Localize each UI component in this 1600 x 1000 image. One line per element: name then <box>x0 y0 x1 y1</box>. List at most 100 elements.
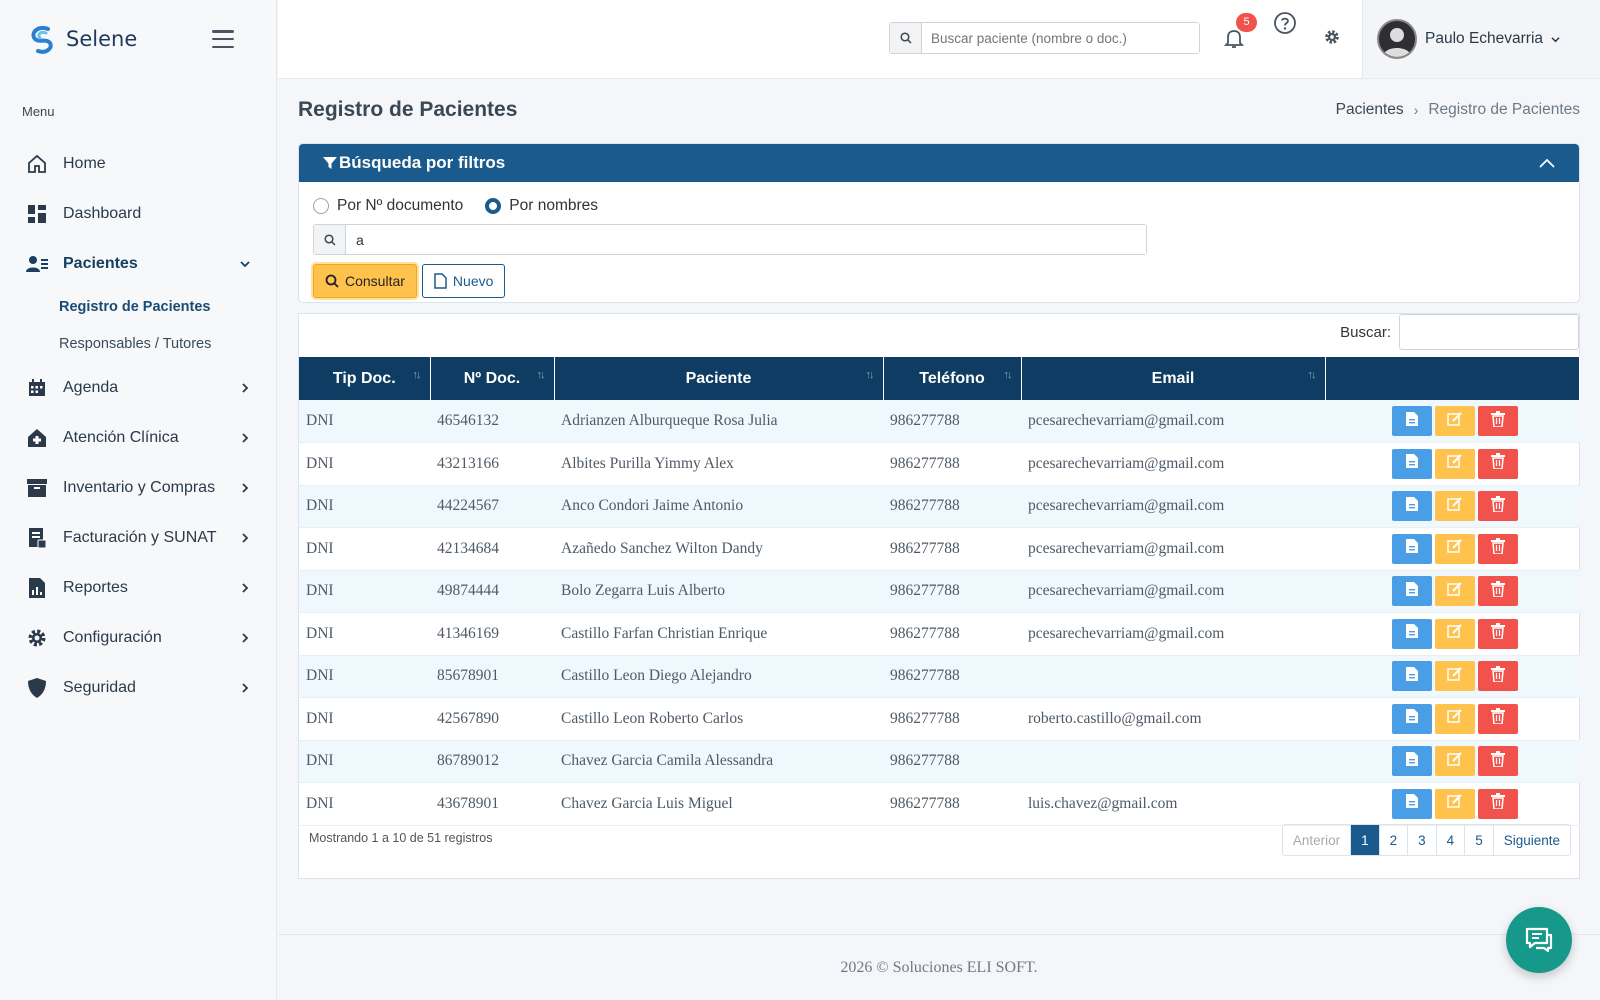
patients-table-card: Buscar: Tip Doc. ↑↓ Nº Doc. ↑↓ Paciente ↑↓ … <box>298 313 1580 879</box>
sidebar-item-dashboard[interactable]: Dashboard <box>0 189 276 239</box>
delete-button[interactable] <box>1478 576 1518 607</box>
sidebar-item-label: Pacientes <box>63 255 138 272</box>
pager-page-3[interactable]: 3 <box>1407 825 1436 855</box>
patient-search-input[interactable] <box>922 23 1199 53</box>
filter-search-input[interactable] <box>346 225 1146 254</box>
cell-num-doc: 43213166 <box>430 442 554 486</box>
edit-button[interactable] <box>1435 533 1475 564</box>
table-row: DNI 85678901 Castillo Leon Diego Alejandro… <box>299 655 1580 698</box>
cell-paciente: Bolo Zegarra Luis Alberto <box>554 570 883 613</box>
sidebar-item-seguridad[interactable]: Seguridad <box>0 663 276 713</box>
view-button[interactable] <box>1392 533 1432 564</box>
edit-button[interactable] <box>1435 746 1475 777</box>
breadcrumb-pacientes[interactable]: Pacientes <box>1336 101 1404 119</box>
delete-button[interactable] <box>1478 661 1518 692</box>
pager-page-1[interactable]: 1 <box>1350 825 1379 855</box>
edit-button[interactable] <box>1435 703 1475 734</box>
sidebar-subitem-responsables-tutores[interactable]: Responsables / Tutores <box>0 326 276 363</box>
edit-button[interactable] <box>1435 788 1475 819</box>
pager-page-5[interactable]: 5 <box>1464 825 1493 855</box>
hamburger-menu-icon[interactable] <box>212 30 234 48</box>
delete-button[interactable] <box>1478 491 1518 522</box>
delete-button[interactable] <box>1478 788 1518 819</box>
cell-email: pcesarechevarriam@gmail.com <box>1021 612 1325 656</box>
sidebar-item-label: Seguridad <box>63 679 136 696</box>
cell-tip-doc: DNI <box>299 612 430 656</box>
sidebar-item-reportes[interactable]: Reportes <box>0 563 276 613</box>
edit-button[interactable] <box>1435 406 1475 436</box>
cell-tip-doc: DNI <box>299 655 430 698</box>
page-title: Registro de Pacientes <box>298 98 518 121</box>
view-button[interactable] <box>1392 618 1432 649</box>
user-menu[interactable]: Paulo Echevarria <box>1362 0 1600 78</box>
sidebar-item-inventario[interactable]: Inventario y Compras <box>0 463 276 513</box>
edit-button[interactable] <box>1435 448 1475 479</box>
chevron-right-icon <box>242 383 249 393</box>
pagination: Anterior 1 2 3 4 5 Siguiente <box>1281 824 1571 856</box>
delete-button[interactable] <box>1478 746 1518 777</box>
patient-search <box>889 22 1200 54</box>
table-info: Mostrando 1 a 10 de 51 registros <box>309 831 493 845</box>
cell-tip-doc: DNI <box>299 527 430 571</box>
table-header-row: Tip Doc. ↑↓ Nº Doc. ↑↓ Paciente ↑↓ Teléfono… <box>299 357 1580 400</box>
column-actions <box>1325 357 1580 400</box>
cell-actions <box>1325 740 1580 783</box>
cell-num-doc: 46546132 <box>430 400 554 443</box>
chat-button[interactable] <box>1506 907 1572 973</box>
edit-button[interactable] <box>1435 491 1475 522</box>
sidebar-item-home[interactable]: Home <box>0 139 276 189</box>
sidebar-item-pacientes[interactable]: Pacientes <box>0 239 276 289</box>
delete-button[interactable] <box>1478 533 1518 564</box>
column-paciente[interactable]: Paciente ↑↓ <box>554 357 884 400</box>
column-tip-doc[interactable]: Tip Doc. ↑↓ <box>299 357 431 400</box>
table-search-input[interactable] <box>1399 314 1579 350</box>
delete-button[interactable] <box>1478 406 1518 436</box>
document-icon <box>1405 751 1419 772</box>
pager-previous[interactable]: Anterior <box>1283 825 1350 855</box>
pager-page-2[interactable]: 2 <box>1378 825 1408 855</box>
help-icon[interactable] <box>1273 11 1297 35</box>
edit-button[interactable] <box>1435 661 1475 692</box>
sidebar-item-atencion-clinica[interactable]: Atención Clínica <box>0 413 276 463</box>
settings-gear-icon[interactable] <box>1324 29 1340 45</box>
chevron-up-icon[interactable] <box>1539 158 1555 168</box>
cell-tip-doc: DNI <box>299 570 430 613</box>
view-button[interactable] <box>1392 661 1432 692</box>
delete-button[interactable] <box>1478 618 1518 649</box>
column-num-doc[interactable]: Nº Doc. ↑↓ <box>430 357 555 400</box>
cell-telefono: 986277788 <box>883 697 1021 741</box>
delete-button[interactable] <box>1478 448 1518 479</box>
radio-por-nombres[interactable]: Por nombres <box>485 197 598 215</box>
column-telefono[interactable]: Teléfono ↑↓ <box>883 357 1022 400</box>
edit-button[interactable] <box>1435 576 1475 607</box>
edit-button[interactable] <box>1435 618 1475 649</box>
view-button[interactable] <box>1392 576 1432 607</box>
pager-page-4[interactable]: 4 <box>1435 825 1465 855</box>
avatar <box>1377 19 1417 59</box>
sidebar-item-label: Inventario y Compras <box>63 479 216 496</box>
radio-por-documento[interactable]: Por Nº documento <box>313 197 463 215</box>
table-row: DNI 49874444 Bolo Zegarra Luis Alberto 9862… <box>299 570 1580 613</box>
search-icon[interactable] <box>890 23 922 53</box>
delete-button[interactable] <box>1478 703 1518 734</box>
cell-actions <box>1325 485 1580 528</box>
column-email[interactable]: Email ↑↓ <box>1021 357 1326 400</box>
view-button[interactable] <box>1392 448 1432 479</box>
sidebar-item-configuracion[interactable]: Configuración <box>0 613 276 663</box>
radio-label: Por nombres <box>509 197 599 214</box>
table-search-label: Buscar: <box>1340 323 1391 341</box>
sidebar-item-facturacion[interactable]: Facturación y SUNAT <box>0 513 276 563</box>
cell-num-doc: 42134684 <box>430 527 554 571</box>
sidebar-subitem-registro-pacientes[interactable]: Registro de Pacientes <box>0 289 276 326</box>
view-button[interactable] <box>1392 703 1432 734</box>
cell-email: pcesarechevarriam@gmail.com <box>1021 442 1325 486</box>
nuevo-button[interactable]: Nuevo <box>421 264 506 298</box>
pager-next[interactable]: Siguiente <box>1492 825 1570 855</box>
view-button[interactable] <box>1392 406 1432 436</box>
view-button[interactable] <box>1392 491 1432 522</box>
view-button[interactable] <box>1392 746 1432 777</box>
sort-icon: ↑↓ <box>1003 369 1013 381</box>
view-button[interactable] <box>1392 788 1432 819</box>
consultar-button[interactable]: Consultar <box>313 264 417 298</box>
sidebar-item-agenda[interactable]: Agenda <box>0 363 276 413</box>
